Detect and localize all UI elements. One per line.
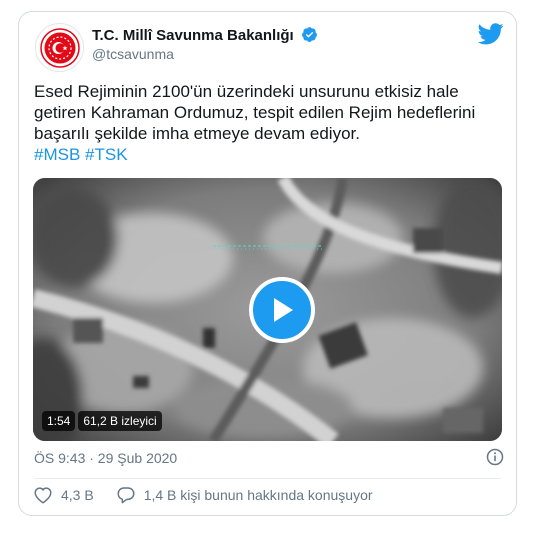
ministry-emblem-icon: [39, 27, 80, 68]
like-action[interactable]: 4,3 B: [33, 486, 94, 504]
comment-icon: [117, 487, 135, 504]
conversation-text: 1,4 B kişi bunun hakkında konuşuyor: [143, 487, 373, 503]
like-count: 4,3 B: [61, 487, 94, 503]
tweet-actions: 4,3 B 1,4 B kişi bunun hakkında konuşuyo…: [33, 486, 395, 504]
video-duration-badge: 1:54: [42, 411, 76, 431]
video-views-badge: 61,2 B izleyici: [78, 411, 162, 431]
twitter-bird-icon[interactable]: [478, 23, 504, 45]
info-icon[interactable]: [486, 448, 504, 466]
tweet-text-block: Esed Rejiminin 2100'ün üzerindeki unsuru…: [34, 81, 504, 165]
account-name[interactable]: T.C. Millî Savunma Bakanlığı: [92, 26, 318, 44]
heart-icon: [34, 487, 52, 504]
account-avatar[interactable]: [35, 23, 84, 72]
play-icon: [274, 298, 293, 322]
embedded-tweet-card[interactable]: T.C. Millî Savunma Bakanlığı @tcsavunma …: [18, 11, 517, 516]
conversation-action[interactable]: 1,4 B kişi bunun hakkında konuşuyor: [116, 486, 373, 504]
play-button[interactable]: [249, 277, 315, 343]
account-name-text: T.C. Millî Savunma Bakanlığı: [92, 27, 294, 44]
tweet-hashtags[interactable]: #MSB #TSK: [34, 144, 504, 165]
video-player[interactable]: 1:54 61,2 B izleyici: [33, 178, 502, 441]
tweet-text: Esed Rejiminin 2100'ün üzerindeki unsuru…: [34, 82, 476, 143]
video-badges: 1:54 61,2 B izleyici: [42, 411, 162, 431]
divider: [34, 478, 501, 479]
account-handle[interactable]: @tcsavunma: [92, 46, 174, 62]
tweet-timestamp[interactable]: ÖS 9:43 · 29 Şub 2020: [34, 450, 177, 466]
verified-badge-icon: [301, 27, 317, 42]
